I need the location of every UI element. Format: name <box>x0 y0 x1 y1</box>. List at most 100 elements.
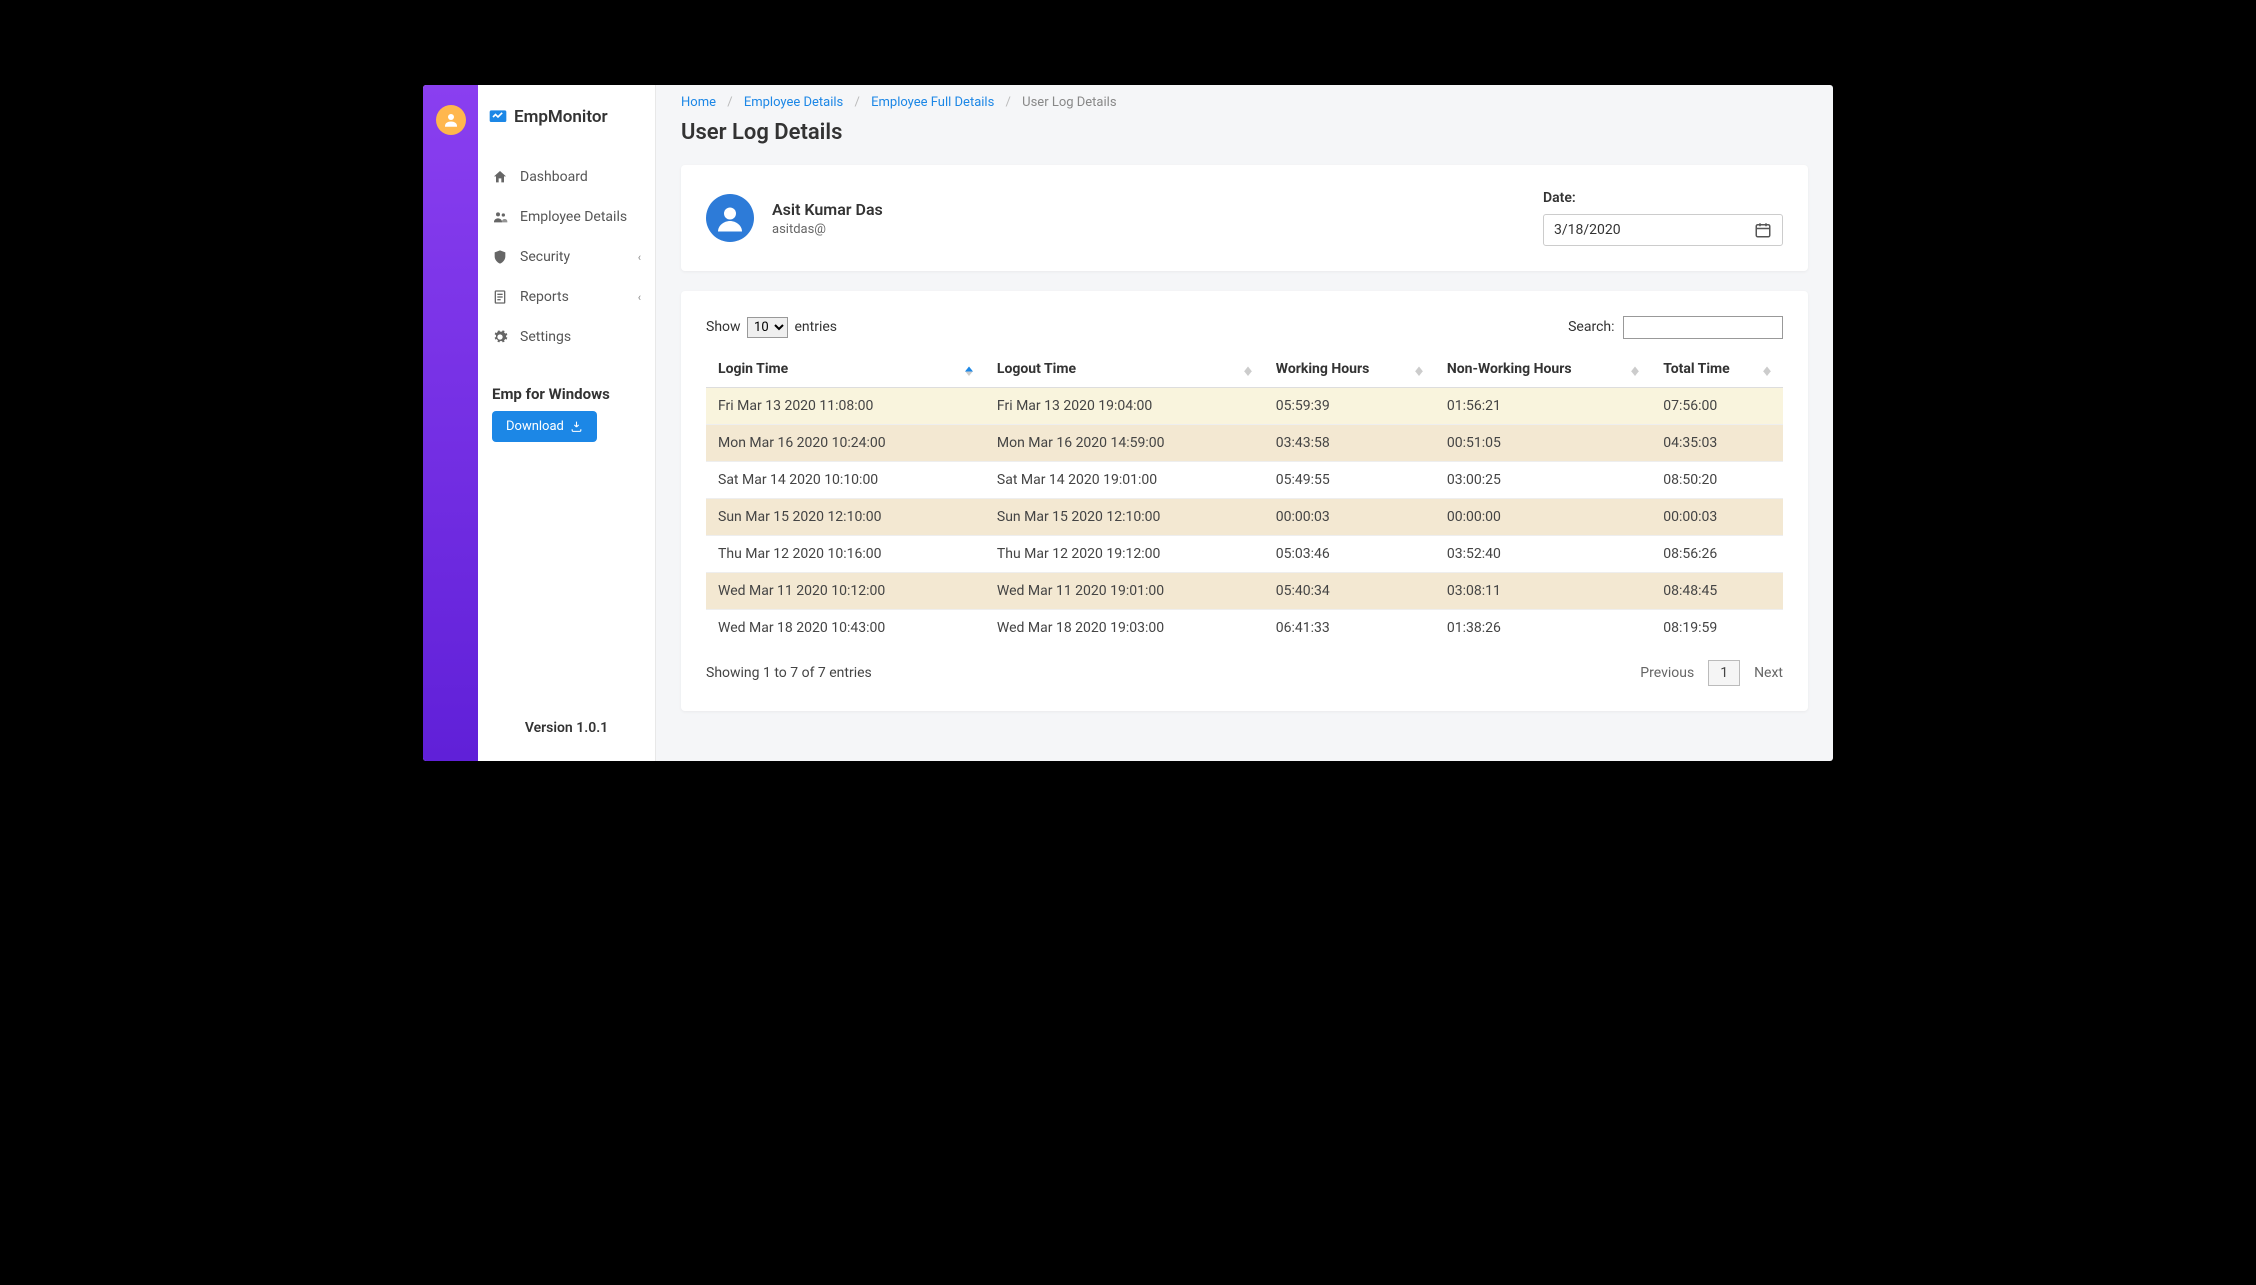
breadcrumb-employee-details[interactable]: Employee Details <box>744 95 843 110</box>
show-prefix: Show <box>706 319 741 335</box>
table-cell: 00:00:03 <box>1651 499 1783 536</box>
table-cell: 05:03:46 <box>1264 536 1435 573</box>
app-frame: EmpMonitor Dashboard Employee Details Se… <box>423 85 1833 761</box>
entries-control: Show 10 entries <box>706 317 837 338</box>
breadcrumb-employee-full-details[interactable]: Employee Full Details <box>871 95 994 110</box>
table-cell: Sat Mar 14 2020 19:01:00 <box>985 462 1264 499</box>
nav-label: Settings <box>520 329 571 345</box>
table-cell: Sun Mar 15 2020 12:10:00 <box>985 499 1264 536</box>
table-info: Showing 1 to 7 of 7 entries <box>706 665 872 681</box>
prev-button[interactable]: Previous <box>1640 665 1694 681</box>
document-icon <box>492 289 508 305</box>
download-icon <box>570 420 583 433</box>
table-row[interactable]: Sat Mar 14 2020 10:10:00Sat Mar 14 2020 … <box>706 462 1783 499</box>
search-control: Search: <box>1568 316 1783 339</box>
next-button[interactable]: Next <box>1754 665 1783 681</box>
sidebar: EmpMonitor Dashboard Employee Details Se… <box>478 85 656 761</box>
table-cell: Wed Mar 18 2020 10:43:00 <box>706 610 985 647</box>
logo[interactable]: EmpMonitor <box>478 85 655 149</box>
breadcrumb-home[interactable]: Home <box>681 95 716 110</box>
nav-employee-details[interactable]: Employee Details <box>478 197 655 237</box>
table-cell: Wed Mar 11 2020 10:12:00 <box>706 573 985 610</box>
gear-icon <box>492 329 508 345</box>
logo-text: EmpMonitor <box>514 107 608 127</box>
calendar-icon[interactable] <box>1754 221 1772 239</box>
rail <box>423 85 478 761</box>
col-nonworking-hours[interactable]: Non-Working Hours <box>1435 351 1651 388</box>
pagination: Previous 1 Next <box>1640 660 1783 686</box>
table-cell: 04:35:03 <box>1651 425 1783 462</box>
table-cell: 03:43:58 <box>1264 425 1435 462</box>
download-button[interactable]: Download <box>492 411 597 442</box>
table-card: Show 10 entries Search: Login Time Logou… <box>681 291 1808 711</box>
home-icon <box>492 169 508 185</box>
table-row[interactable]: Fri Mar 13 2020 11:08:00Fri Mar 13 2020 … <box>706 388 1783 425</box>
date-label: Date: <box>1543 190 1783 206</box>
table-row[interactable]: Sun Mar 15 2020 12:10:00Sun Mar 15 2020 … <box>706 499 1783 536</box>
table-cell: Fri Mar 13 2020 11:08:00 <box>706 388 985 425</box>
search-label: Search: <box>1568 319 1614 335</box>
date-picker[interactable] <box>1543 214 1783 246</box>
col-working-hours[interactable]: Working Hours <box>1264 351 1435 388</box>
table-cell: 03:00:25 <box>1435 462 1651 499</box>
table-cell: 08:56:26 <box>1651 536 1783 573</box>
table-row[interactable]: Thu Mar 12 2020 10:16:00Thu Mar 12 2020 … <box>706 536 1783 573</box>
rail-avatar[interactable] <box>436 105 466 135</box>
col-login-time[interactable]: Login Time <box>706 351 985 388</box>
breadcrumb-sep: / <box>855 95 860 110</box>
nav-label: Employee Details <box>520 209 627 225</box>
user-avatar <box>706 194 754 242</box>
chevron-left-icon: ‹ <box>638 291 641 304</box>
breadcrumb-current: User Log Details <box>1022 95 1116 110</box>
breadcrumb-sep: / <box>1006 95 1011 110</box>
user-card: Asit Kumar Das asitdas@ Date: <box>681 165 1808 271</box>
col-logout-time[interactable]: Logout Time <box>985 351 1264 388</box>
download-button-label: Download <box>506 419 564 434</box>
nav-dashboard[interactable]: Dashboard <box>478 157 655 197</box>
main-content: Home / Employee Details / Employee Full … <box>656 85 1833 761</box>
table-cell: 08:19:59 <box>1651 610 1783 647</box>
log-table: Login Time Logout Time Working Hours Non… <box>706 351 1783 646</box>
table-cell: Sun Mar 15 2020 12:10:00 <box>706 499 985 536</box>
table-cell: 03:08:11 <box>1435 573 1651 610</box>
page-number[interactable]: 1 <box>1708 660 1740 686</box>
table-cell: Thu Mar 12 2020 19:12:00 <box>985 536 1264 573</box>
people-icon <box>492 209 508 225</box>
search-input[interactable] <box>1623 316 1783 339</box>
table-cell: 08:48:45 <box>1651 573 1783 610</box>
table-cell: 07:56:00 <box>1651 388 1783 425</box>
table-cell: Wed Mar 18 2020 19:03:00 <box>985 610 1264 647</box>
page-size-select[interactable]: 10 <box>747 317 788 338</box>
table-cell: 00:00:03 <box>1264 499 1435 536</box>
table-cell: Wed Mar 11 2020 19:01:00 <box>985 573 1264 610</box>
table-cell: 05:40:34 <box>1264 573 1435 610</box>
table-cell: Fri Mar 13 2020 19:04:00 <box>985 388 1264 425</box>
table-cell: 00:51:05 <box>1435 425 1651 462</box>
table-cell: 01:56:21 <box>1435 388 1651 425</box>
chevron-left-icon: ‹ <box>638 251 641 264</box>
nav-label: Reports <box>520 289 569 305</box>
table-row[interactable]: Mon Mar 16 2020 10:24:00Mon Mar 16 2020 … <box>706 425 1783 462</box>
date-input[interactable] <box>1554 222 1754 238</box>
table-row[interactable]: Wed Mar 11 2020 10:12:00Wed Mar 11 2020 … <box>706 573 1783 610</box>
download-title: Emp for Windows <box>492 385 641 403</box>
table-cell: Mon Mar 16 2020 14:59:00 <box>985 425 1264 462</box>
version-label: Version 1.0.1 <box>478 690 655 761</box>
table-cell: 00:00:00 <box>1435 499 1651 536</box>
show-suffix: entries <box>795 319 838 335</box>
avatar-icon <box>712 200 748 236</box>
download-block: Emp for Windows Download <box>478 365 655 462</box>
col-total-time[interactable]: Total Time <box>1651 351 1783 388</box>
nav-reports[interactable]: Reports ‹ <box>478 277 655 317</box>
table-cell: 01:38:26 <box>1435 610 1651 647</box>
table-cell: Thu Mar 12 2020 10:16:00 <box>706 536 985 573</box>
table-row[interactable]: Wed Mar 18 2020 10:43:00Wed Mar 18 2020 … <box>706 610 1783 647</box>
breadcrumb: Home / Employee Details / Employee Full … <box>681 85 1808 120</box>
page-title: User Log Details <box>681 120 1808 145</box>
nav-settings[interactable]: Settings <box>478 317 655 357</box>
user-email: asitdas@ <box>772 222 1543 237</box>
nav-label: Security <box>520 249 570 265</box>
nav-security[interactable]: Security ‹ <box>478 237 655 277</box>
table-cell: Mon Mar 16 2020 10:24:00 <box>706 425 985 462</box>
shield-icon <box>492 249 508 265</box>
